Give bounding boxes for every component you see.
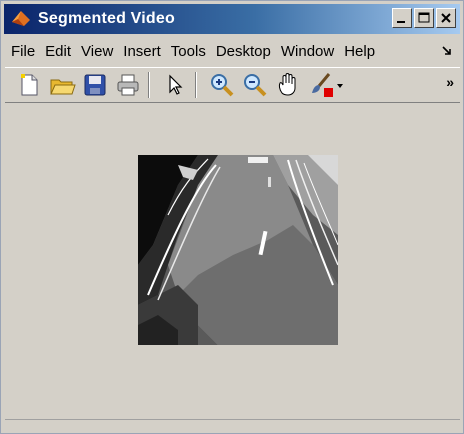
- toolbar-separator: [195, 72, 197, 98]
- window-title: Segmented Video: [38, 10, 175, 27]
- menu-tools[interactable]: Tools: [166, 43, 211, 60]
- brush-dropdown-chevron-down-icon[interactable]: [335, 71, 345, 99]
- minimize-icon: [397, 21, 405, 23]
- menu-window[interactable]: Window: [276, 43, 339, 60]
- menu-bar: File Edit View Insert Tools Desktop Wind…: [5, 38, 460, 64]
- open-folder-icon[interactable]: [48, 71, 76, 99]
- segmented-road-image: [138, 155, 338, 345]
- toolbar-overflow-icon[interactable]: »: [446, 74, 454, 90]
- save-icon[interactable]: [81, 71, 109, 99]
- print-icon[interactable]: [114, 71, 142, 99]
- menu-file[interactable]: File: [5, 43, 40, 60]
- pan-hand-icon[interactable]: [274, 71, 302, 99]
- zoom-out-icon[interactable]: [241, 71, 269, 99]
- menu-view[interactable]: View: [76, 43, 118, 60]
- close-button[interactable]: [436, 8, 456, 28]
- title-bar[interactable]: Segmented Video: [4, 4, 460, 34]
- minimize-button[interactable]: [392, 8, 412, 28]
- maximize-button[interactable]: [414, 8, 434, 28]
- brush-icon[interactable]: [307, 71, 335, 99]
- toolbar: »: [5, 67, 460, 103]
- zoom-in-icon[interactable]: [208, 71, 236, 99]
- menu-help[interactable]: Help: [339, 43, 380, 60]
- close-icon: [441, 13, 451, 23]
- menu-edit[interactable]: Edit: [40, 43, 76, 60]
- menu-desktop[interactable]: Desktop: [211, 43, 276, 60]
- title-buttons: [392, 8, 456, 28]
- dock-arrow-icon[interactable]: [440, 44, 454, 58]
- toolbar-separator: [148, 72, 150, 98]
- menu-insert[interactable]: Insert: [118, 43, 166, 60]
- maximize-icon: [418, 12, 430, 23]
- pointer-arrow-icon[interactable]: [161, 71, 189, 99]
- window-bottom-divider: [5, 419, 460, 420]
- matlab-logo-icon: [12, 11, 30, 26]
- new-file-icon[interactable]: [15, 71, 43, 99]
